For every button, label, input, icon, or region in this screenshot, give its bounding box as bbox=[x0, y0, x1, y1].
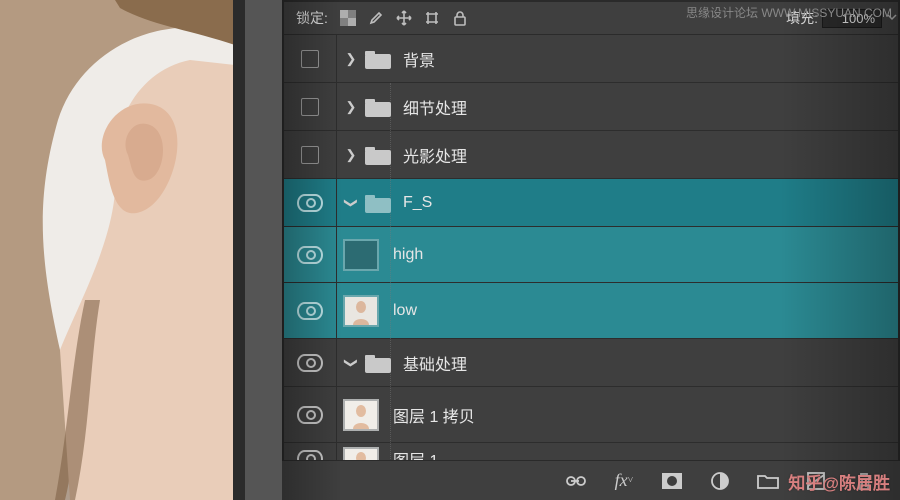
layer-row[interactable]: high bbox=[284, 227, 898, 283]
group-row-selected[interactable]: ❯ F_S bbox=[284, 179, 898, 227]
collapse-icon[interactable]: ❯ bbox=[343, 355, 359, 371]
lock-artboard-icon[interactable] bbox=[421, 7, 443, 29]
folder-icon bbox=[365, 353, 391, 373]
checkbox[interactable] bbox=[301, 50, 319, 68]
lock-label: 锁定: bbox=[296, 8, 328, 28]
watermark-bottom: 知乎@陈居胜 bbox=[788, 469, 890, 494]
lock-transparent-icon[interactable] bbox=[337, 7, 359, 29]
folder-icon bbox=[365, 145, 391, 165]
checkbox[interactable] bbox=[301, 146, 319, 164]
layer-name: low bbox=[393, 302, 417, 320]
visibility-icon[interactable] bbox=[297, 354, 323, 372]
layer-name: 细节处理 bbox=[403, 95, 467, 119]
layers-panel: 锁定: 填充: 100% ❯ 背景 bbox=[282, 0, 900, 500]
layer-name: 基础处理 bbox=[403, 351, 467, 375]
expand-icon[interactable]: ❯ bbox=[343, 51, 359, 67]
visibility-icon[interactable] bbox=[297, 406, 323, 424]
layer-name: 背景 bbox=[403, 47, 435, 71]
canvas-gutter bbox=[245, 0, 282, 500]
layers-list: ❯ 背景 ❯ 细节处理 ❯ 光影处理 bbox=[284, 35, 898, 475]
checkbox[interactable] bbox=[301, 98, 319, 116]
layer-thumbnail[interactable] bbox=[343, 295, 379, 327]
adjustment-layer-icon[interactable] bbox=[708, 469, 732, 493]
layer-style-icon[interactable]: fx ˅ bbox=[612, 469, 636, 493]
layer-name: high bbox=[393, 246, 423, 264]
visibility-icon[interactable] bbox=[297, 194, 323, 212]
layer-thumbnail[interactable] bbox=[343, 239, 379, 271]
lock-all-icon[interactable] bbox=[449, 7, 471, 29]
group-row[interactable]: ❯ 基础处理 bbox=[284, 339, 898, 387]
collapse-icon[interactable]: ❯ bbox=[343, 195, 359, 211]
canvas-area bbox=[0, 0, 278, 500]
layer-name: 光影处理 bbox=[403, 143, 467, 167]
watermark-top: 思缘设计论坛 WWW.MISSYUAN.COM bbox=[686, 4, 892, 21]
visibility-icon[interactable] bbox=[297, 246, 323, 264]
layer-name: 图层 1 拷贝 bbox=[393, 403, 475, 427]
lock-position-icon[interactable] bbox=[393, 7, 415, 29]
group-row[interactable]: ❯ 背景 bbox=[284, 35, 898, 83]
lock-brush-icon[interactable] bbox=[365, 7, 387, 29]
folder-icon bbox=[365, 97, 391, 117]
document-photo bbox=[0, 0, 235, 500]
folder-icon bbox=[365, 193, 391, 213]
layer-thumbnail[interactable] bbox=[343, 399, 379, 431]
visibility-icon[interactable] bbox=[297, 302, 323, 320]
layer-row[interactable]: 图层 1 拷贝 bbox=[284, 387, 898, 443]
group-row[interactable]: ❯ 细节处理 bbox=[284, 83, 898, 131]
canvas-edge bbox=[233, 0, 245, 500]
folder-icon bbox=[365, 49, 391, 69]
add-mask-icon[interactable] bbox=[660, 469, 684, 493]
link-layers-icon[interactable] bbox=[564, 469, 588, 493]
expand-icon[interactable]: ❯ bbox=[343, 147, 359, 163]
layer-row[interactable]: low bbox=[284, 283, 898, 339]
layer-name: F_S bbox=[403, 194, 432, 212]
expand-icon[interactable]: ❯ bbox=[343, 99, 359, 115]
group-row[interactable]: ❯ 光影处理 bbox=[284, 131, 898, 179]
new-group-icon[interactable] bbox=[756, 469, 780, 493]
